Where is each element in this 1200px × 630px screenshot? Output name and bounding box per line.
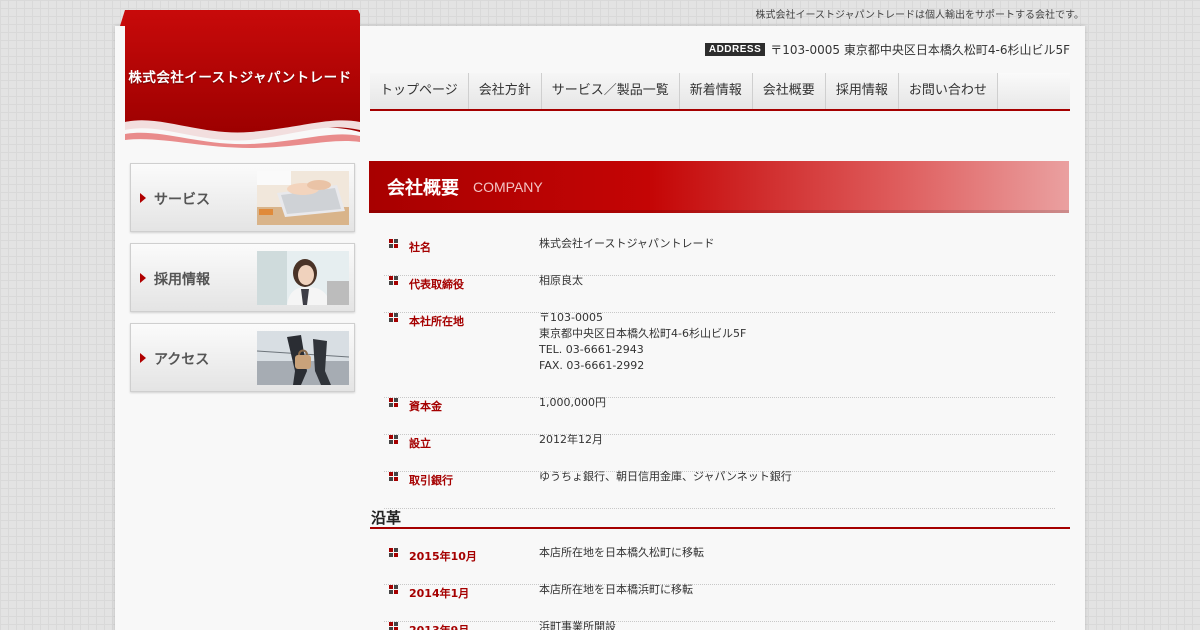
sidebar-item-recruit[interactable]: 採用情報 <box>130 243 355 312</box>
company-info-row-value-line: 東京都中央区日本橋久松町4-6杉山ビル5F <box>539 327 747 340</box>
company-info-row: 設立 2012年12月 <box>384 432 1055 472</box>
arrow-right-icon <box>140 353 146 363</box>
company-info-row-value-line: FAX. 03-6661-2992 <box>539 359 645 372</box>
history-row-value-line: 本店所在地を日本橋久松町に移転 <box>539 546 704 559</box>
bullet-square-icon <box>389 472 398 481</box>
company-section-header: 会社概要 COMPANY <box>369 161 1069 213</box>
company-info-row-value-line: 相原良太 <box>539 274 583 287</box>
company-info-row-value-line: 株式会社イーストジャパントレード <box>539 237 715 250</box>
company-info-row-label: 社名 <box>409 241 431 254</box>
history-row-value-line: 浜町事業所開設 <box>539 620 616 630</box>
history-row-label: 2013年9月 <box>409 622 469 630</box>
sidebar-item-services[interactable]: サービス <box>130 163 355 232</box>
bullet-square-icon <box>389 622 398 630</box>
company-info-row: 取引銀行 ゆうちょ銀行、朝日信用金庫、ジャパンネット銀行 <box>384 469 1055 509</box>
global-nav: トップページ 会社方針 サービス／製品一覧 新着情報 会社概要 採用情報 お問い… <box>370 73 1070 111</box>
nav-item-policy[interactable]: 会社方針 <box>468 73 542 109</box>
company-info-row-value: ゆうちょ銀行、朝日信用金庫、ジャパンネット銀行 <box>539 469 792 485</box>
company-info-row-value-line: TEL. 03-6661-2943 <box>539 343 644 356</box>
sidebar-item-label: アクセス <box>154 352 210 368</box>
bullet-square-icon <box>389 398 398 407</box>
company-section-subtitle: COMPANY <box>473 179 543 195</box>
company-section-title: 会社概要 <box>387 178 459 199</box>
history-section-title: 沿革 <box>370 507 1070 529</box>
company-info-row-value: 2012年12月 <box>539 432 603 448</box>
history-row: 2013年9月 浜町事業所開設 <box>384 619 1055 630</box>
nav-item-top[interactable]: トップページ <box>370 73 469 109</box>
company-info-row-value-line: 1,000,000円 <box>539 396 606 409</box>
company-info-row-label: 取引銀行 <box>409 474 453 487</box>
address-badge: ADDRESS <box>704 43 766 56</box>
arrow-right-icon <box>140 273 146 283</box>
nav-item-news[interactable]: 新着情報 <box>679 73 753 109</box>
sidebar-item-access[interactable]: アクセス <box>130 323 355 392</box>
company-info-row-label: 本社所在地 <box>409 315 464 328</box>
history-row-value: 本店所在地を日本橋久松町に移転 <box>539 545 704 561</box>
bullet-square-icon <box>389 548 398 557</box>
company-info-row-label: 資本金 <box>409 400 442 413</box>
history-row: 2015年10月 本店所在地を日本橋久松町に移転 <box>384 545 1055 585</box>
history-row-value: 本店所在地を日本橋浜町に移転 <box>539 582 693 598</box>
bullet-square-icon <box>389 239 398 248</box>
company-info-row-value: 1,000,000円 <box>539 395 606 411</box>
company-info-row-value: 〒103-0005 東京都中央区日本橋久松町4-6杉山ビル5F TEL. 03-66… <box>539 310 746 374</box>
company-info-row: 代表取締役 相原良太 <box>384 273 1055 313</box>
nav-item-contact[interactable]: お問い合わせ <box>898 73 998 109</box>
address-text: 〒103-0005 東京都中央区日本橋久松町4-6杉山ビル5F <box>770 43 1070 57</box>
commuter-photo <box>257 331 349 385</box>
businesswoman-photo <box>257 251 349 305</box>
history-row-value: 浜町事業所開設 <box>539 619 616 630</box>
sidebar-item-label: 採用情報 <box>154 272 210 288</box>
company-info-row-value: 株式会社イーストジャパントレード <box>539 236 714 252</box>
laptop-typing-photo <box>257 171 349 225</box>
nav-item-company[interactable]: 会社概要 <box>752 73 826 109</box>
sidebar-item-label: サービス <box>154 192 210 208</box>
header-address: ADDRESS 〒103-0005 東京都中央区日本橋久松町4-6杉山ビル5F <box>704 41 1070 58</box>
bullet-square-icon <box>389 313 398 322</box>
company-info-row-value-line: 2012年12月 <box>539 433 603 446</box>
nav-item-recruit[interactable]: 採用情報 <box>825 73 899 109</box>
company-logo[interactable]: 株式会社イーストジャパントレード <box>120 10 360 148</box>
history-row-label: 2014年1月 <box>409 587 470 600</box>
nav-item-services[interactable]: サービス／製品一覧 <box>541 73 680 109</box>
arrow-right-icon <box>140 193 146 203</box>
bullet-square-icon <box>389 276 398 285</box>
site-tagline: 株式会社イーストジャパントレードは個人輸出をサポートする会社です。 <box>755 10 1085 21</box>
company-info-row-value-line: 〒103-0005 <box>539 311 603 324</box>
logo-company-name: 株式会社イーストジャパントレード <box>128 70 352 86</box>
company-info-row: 社名 株式会社イーストジャパントレード <box>384 236 1055 276</box>
bullet-square-icon <box>389 585 398 594</box>
company-info-row-value-line: ゆうちょ銀行、朝日信用金庫、ジャパンネット銀行 <box>539 470 792 483</box>
bullet-square-icon <box>389 435 398 444</box>
company-info-row: 本社所在地 〒103-0005 東京都中央区日本橋久松町4-6杉山ビル5F TEL. … <box>384 310 1055 398</box>
company-info-row-value: 相原良太 <box>539 273 583 289</box>
company-info-row: 資本金 1,000,000円 <box>384 395 1055 435</box>
history-row-label: 2015年10月 <box>409 550 477 563</box>
company-info-row-label: 設立 <box>409 437 431 450</box>
history-row: 2014年1月 本店所在地を日本橋浜町に移転 <box>384 582 1055 622</box>
history-row-value-line: 本店所在地を日本橋浜町に移転 <box>539 583 693 596</box>
company-info-row-label: 代表取締役 <box>409 278 464 291</box>
